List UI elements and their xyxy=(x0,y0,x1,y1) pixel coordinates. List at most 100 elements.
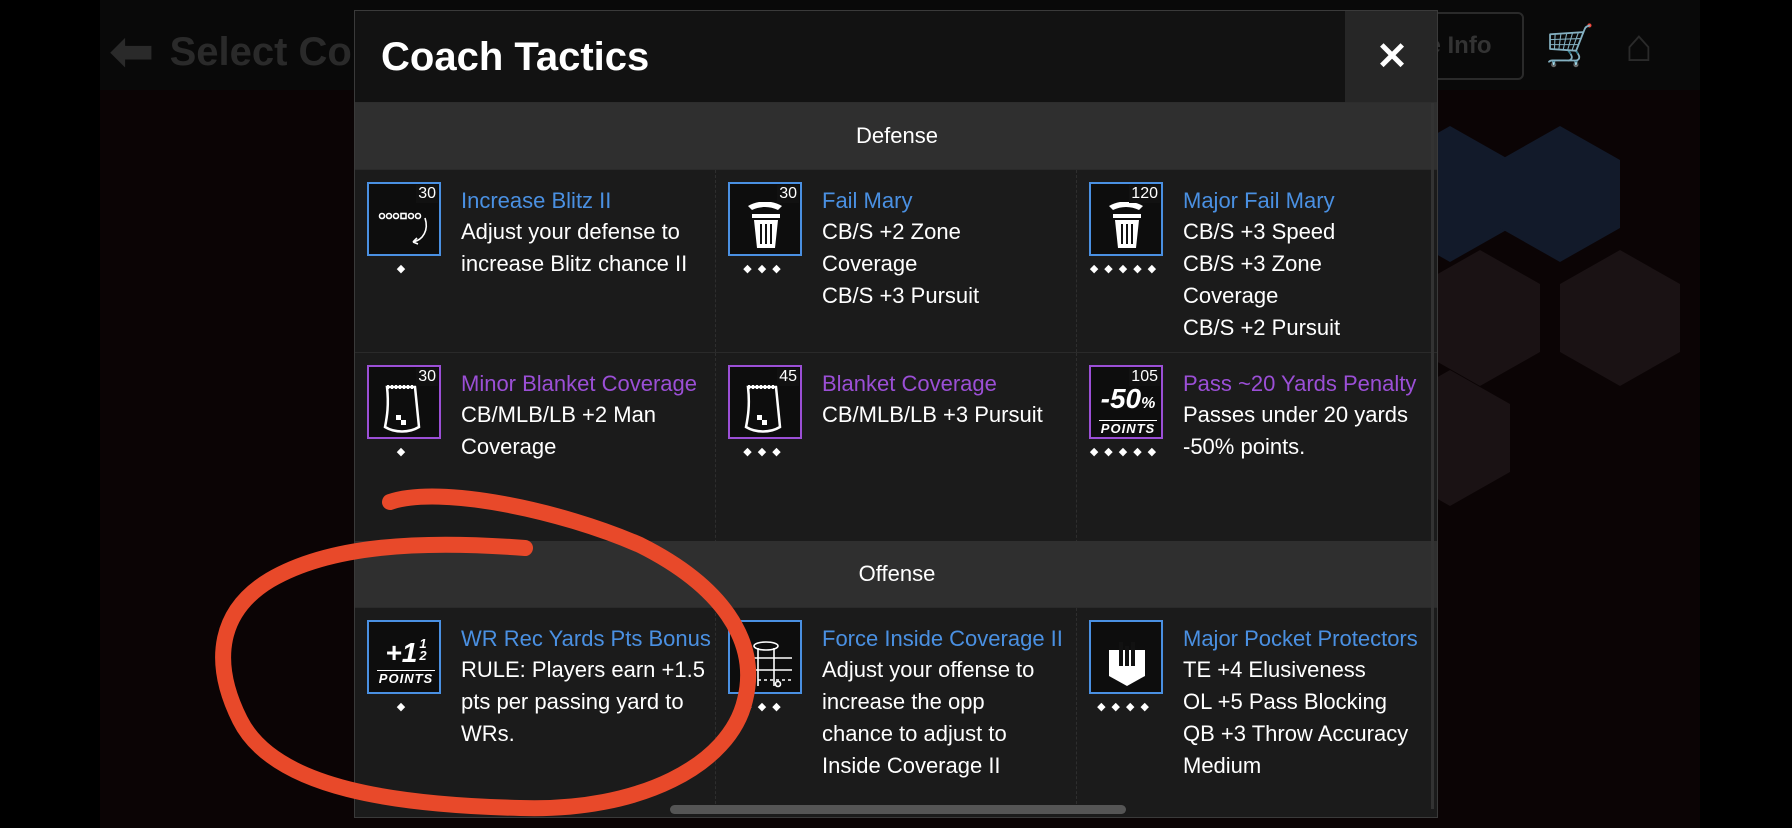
tactic-title: Blanket Coverage xyxy=(822,371,997,396)
tactic-description: CB/MLB/LB +3 Pursuit xyxy=(822,399,1070,431)
tactic-description: RULE: Players earn +1.5 pts per passing y… xyxy=(461,654,709,750)
tactic-description-line: Adjust your offense to xyxy=(822,657,1035,682)
background-back-button: ⬅ Select Co xyxy=(110,22,352,82)
tactic-description-line: CB/MLB/LB +2 Man xyxy=(461,402,657,427)
tactic-description-line: CB/S +2 Pursuit xyxy=(1183,315,1341,340)
tactic-description-line: chance to adjust to xyxy=(822,721,1007,746)
tactic-description-line: pts per passing yard to xyxy=(461,689,684,714)
tactic-description-line: Medium xyxy=(1183,753,1262,778)
tactic-description: CB/S +2 Zone Coverage CB/S +3 Pursuit xyxy=(822,216,1070,312)
tactic-cost: 30 xyxy=(416,368,438,386)
icon-small-text: POINTS xyxy=(1099,420,1157,436)
tactic-icon-box: 120 xyxy=(1089,182,1163,256)
blanket-icon xyxy=(738,385,794,433)
tactic-description-line: OL +5 Pass Blocking xyxy=(1183,689,1388,714)
icon-big-text: +1 xyxy=(385,637,418,668)
modal-title: Coach Tactics xyxy=(381,35,650,79)
tactic-title: Minor Blanket Coverage xyxy=(461,371,698,396)
tactic-card[interactable]: ◆◆◆◆ Major Pocket Protectors TE +4 Elusive… xyxy=(1077,608,1437,804)
tactic-description-line: CB/MLB/LB +3 Pursuit xyxy=(822,402,1043,427)
tactic-rarity-dots: ◆◆◆◆ xyxy=(1097,701,1155,713)
coverage-field-icon xyxy=(738,640,794,688)
blitz-play-icon xyxy=(377,202,433,250)
tactic-card[interactable]: ◆◆◆ Force Inside Coverage II Adjust your o… xyxy=(716,608,1077,804)
tactic-rarity-dots: ◆◆◆ xyxy=(743,701,787,713)
tactic-description-line: WRs. xyxy=(461,721,515,746)
coach-tactics-modal: Coach Tactics ✕ Defense 30 ◆ Increase Blit… xyxy=(354,10,1438,818)
tactic-cost: 30 xyxy=(777,185,799,203)
defense-row: 30 ◆ Minor Blanket Coverage CB/MLB/LB +2 Ma… xyxy=(355,352,1437,553)
tactic-description: Passes under 20 yards -50% points. xyxy=(1183,399,1431,463)
tactic-icon-box: -50% POINTS 105 xyxy=(1089,365,1163,439)
plus-points-icon: +1 1 2 POINTS xyxy=(373,636,439,686)
tactic-description: CB/MLB/LB +2 Man Coverage xyxy=(461,399,709,463)
tactic-description: CB/S +3 Speed CB/S +3 Zone Coverage CB/S +2… xyxy=(1183,216,1431,344)
trash-can-icon xyxy=(1099,201,1155,250)
tactic-description-line: CB/S +3 Speed xyxy=(1183,219,1336,244)
tactic-rarity-dots: ◆◆◆ xyxy=(743,446,787,458)
pocket-protector-icon xyxy=(1099,640,1155,688)
background-back-label: Select Co xyxy=(169,29,352,74)
icon-pct-text: % xyxy=(1141,395,1156,412)
tactic-description-line: CB/S +2 Zone xyxy=(822,219,961,244)
minus-50-points-icon: -50% POINTS xyxy=(1095,381,1161,436)
tactic-card[interactable]: -50% POINTS 105 ◆◆◆◆◆ Pass ~20 Yards Penalty… xyxy=(1077,353,1437,553)
tactic-card[interactable]: 30 ◆ Minor Blanket Coverage CB/MLB/LB +2 Ma… xyxy=(355,353,716,553)
offense-section-header: Offense xyxy=(355,541,1437,607)
defense-section-header: Defense xyxy=(355,103,1437,169)
tactic-rarity-dots: ◆ xyxy=(396,446,412,458)
tactic-icon-box: 30 xyxy=(367,365,441,439)
tactic-description-line: Passes under 20 yards xyxy=(1183,402,1409,427)
tactic-icon-box: 30 xyxy=(728,182,802,256)
tactic-cost: 120 xyxy=(1129,185,1160,203)
close-button[interactable]: ✕ xyxy=(1345,11,1437,102)
tactic-description-line: QB +3 Throw Accuracy xyxy=(1183,721,1409,746)
tactic-card[interactable]: +1 1 2 POINTS ◆ WR Rec Yards Pts Bonus RULE: P… xyxy=(355,608,716,804)
tactic-rarity-dots: ◆ xyxy=(396,701,412,713)
tactic-description-line: Coverage xyxy=(1183,283,1279,308)
tactic-description-line: Coverage xyxy=(822,251,918,276)
tactic-rarity-dots: ◆◆◆◆◆ xyxy=(1089,446,1163,458)
icon-small-text: POINTS xyxy=(377,670,435,686)
tactic-description-line: CB/S +3 Pursuit xyxy=(822,283,980,308)
tactic-title: Pass ~20 Yards Penalty xyxy=(1183,371,1417,396)
tactic-card[interactable]: 45 ◆◆◆ Blanket Coverage CB/MLB/LB +3 Pursui… xyxy=(716,353,1077,553)
tactic-cost: 30 xyxy=(416,185,438,203)
tactic-description-line: RULE: Players earn +1.5 xyxy=(461,657,705,682)
defense-row: 30 ◆ Increase Blitz II Adjust your defense … xyxy=(355,169,1437,352)
close-icon: ✕ xyxy=(1376,36,1408,78)
tactic-card[interactable]: 30 ◆ Increase Blitz II Adjust your defense … xyxy=(355,170,716,352)
offense-row: +1 1 2 POINTS ◆ WR Rec Yards Pts Bonus RULE: P… xyxy=(355,607,1437,804)
tactic-rarity-dots: ◆ xyxy=(396,263,412,275)
horizontal-scrollbar[interactable] xyxy=(670,805,1126,814)
tactic-title: Increase Blitz II xyxy=(461,188,612,213)
tactic-title: Major Pocket Protectors xyxy=(1183,626,1418,651)
modal-header: Coach Tactics ✕ xyxy=(355,11,1437,103)
home-icon: ⌂ xyxy=(1625,19,1653,71)
tactic-description: TE +4 Elusiveness OL +5 Pass Blocking QB +… xyxy=(1183,654,1431,782)
tactic-description-line: Adjust your defense to xyxy=(461,219,680,244)
tactic-card[interactable]: 30 ◆◆◆ Fail Mary CB/S +2 Zone Coverage CB/S +… xyxy=(716,170,1077,352)
tactic-description-line: CB/S +3 Zone xyxy=(1183,251,1322,276)
icon-frac-bot: 2 xyxy=(419,648,427,663)
tactic-cost: 45 xyxy=(777,368,799,386)
tactic-description-line: increase the opp xyxy=(822,689,985,714)
tactic-description-line: TE +4 Elusiveness xyxy=(1183,657,1366,682)
tactic-card[interactable]: 120 ◆◆◆◆◆ Major Fail Mary CB/S +3 Speed CB/S… xyxy=(1077,170,1437,352)
tactic-title: Major Fail Mary xyxy=(1183,188,1335,213)
tactic-description: Adjust your defense to increase Blitz cha… xyxy=(461,216,709,280)
tactic-description-line: Coverage xyxy=(461,434,557,459)
tactic-title: Fail Mary xyxy=(822,188,913,213)
cart-icon: 🛒 xyxy=(1545,24,1595,68)
tactic-description-line: Inside Coverage II xyxy=(822,753,1001,778)
tactic-icon-box: +1 1 2 POINTS xyxy=(367,620,441,694)
tactic-icon-box: 30 xyxy=(367,182,441,256)
back-arrow-icon: ⬅ xyxy=(110,23,154,81)
icon-big-text: -50 xyxy=(1100,383,1142,414)
tactic-icon-box xyxy=(1089,620,1163,694)
vertical-scrollbar[interactable] xyxy=(1431,103,1434,809)
tactic-icon-box xyxy=(728,620,802,694)
tactic-rarity-dots: ◆◆◆◆◆ xyxy=(1089,263,1163,275)
trash-can-icon xyxy=(738,201,794,250)
tactic-cost: 105 xyxy=(1129,368,1160,386)
